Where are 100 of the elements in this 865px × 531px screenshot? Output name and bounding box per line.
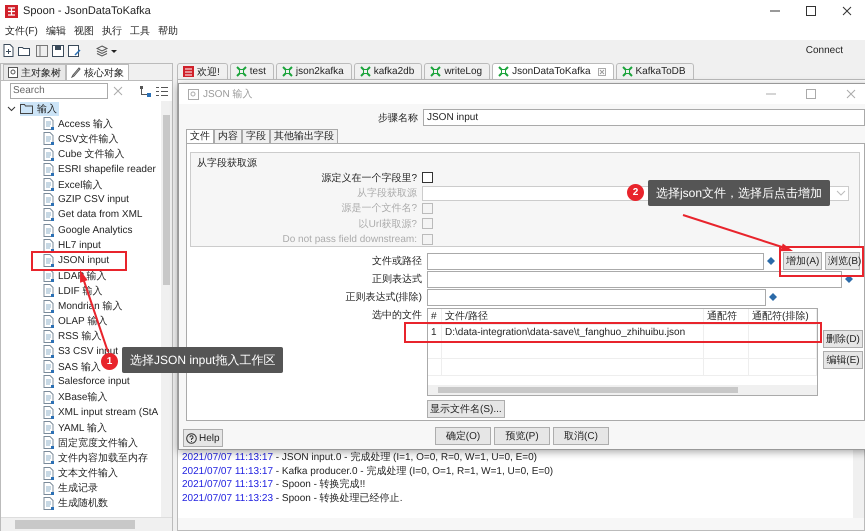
table-button[interactable]: 编辑(E): [823, 351, 863, 369]
checkbox[interactable]: [422, 172, 433, 184]
app-icon: [183, 66, 194, 77]
dialog-button[interactable]: 取消(C): [553, 427, 609, 445]
step-icon: [188, 88, 199, 100]
dialog-tab[interactable]: 字段: [242, 129, 270, 143]
input-field[interactable]: [427, 252, 764, 270]
maximize-icon[interactable]: [806, 6, 816, 16]
cross-arrows-icon: [622, 66, 633, 77]
field-label: 以Url获取源?: [358, 218, 417, 231]
tree-item[interactable]: CSV文件输入: [43, 132, 121, 146]
table-button[interactable]: 删除(D): [823, 330, 863, 348]
close-icon[interactable]: [842, 6, 852, 16]
document-icon: [43, 193, 54, 206]
file-button[interactable]: 浏览(B): [825, 252, 860, 270]
file-button[interactable]: 增加(A): [783, 252, 822, 270]
field-label: 正则表达式: [371, 272, 422, 286]
editor-tab[interactable]: writeLog: [424, 63, 490, 79]
diamond-icon: [767, 257, 775, 265]
dialog-tab[interactable]: 文件: [186, 129, 214, 143]
tree-item[interactable]: 输入: [20, 102, 59, 116]
tree-item[interactable]: Access 输入: [43, 116, 116, 131]
tree-item[interactable]: XBase输入: [43, 390, 110, 404]
tree-item[interactable]: HL7 input: [43, 238, 103, 252]
tree-item[interactable]: ESRI shapefile reader: [43, 162, 158, 176]
chevron-icon[interactable]: [7, 104, 16, 114]
input-field[interactable]: [427, 270, 842, 288]
editor-tab[interactable]: KafkaToDB: [616, 63, 694, 79]
folder-icon: [20, 103, 33, 114]
new-file-icon[interactable]: [3, 44, 14, 57]
menu-item[interactable]: 文件(F): [1, 24, 42, 38]
log-line: 2021/07/07 11:13:17 - JSON input.0 - 完成处理 (I=1, O=0, R=0, W=1, U=0, E=0): [182, 450, 538, 464]
dialog-tab[interactable]: 内容: [214, 129, 242, 143]
tree-item[interactable]: GZIP CSV input: [43, 193, 131, 206]
tree-item[interactable]: 固定宽度文件输入: [43, 436, 140, 450]
scrollbar[interactable]: [853, 448, 864, 518]
connect-button[interactable]: Connect: [806, 45, 843, 56]
tree-item[interactable]: RSS 输入: [43, 329, 104, 344]
editor-tab[interactable]: json2kafka: [276, 63, 352, 79]
document-icon: [43, 238, 54, 252]
help-icon: [186, 432, 197, 444]
tree-item[interactable]: JSON input: [43, 254, 112, 267]
document-icon: [43, 421, 54, 434]
tree-item[interactable]: 生成记录: [43, 481, 100, 496]
scrollbar[interactable]: [178, 518, 864, 530]
tree-item[interactable]: 生成随机数: [43, 496, 110, 510]
document-icon: [43, 178, 54, 192]
menu-item[interactable]: 视图: [70, 24, 98, 38]
panel-tab[interactable]: 主对象树: [3, 64, 66, 80]
field-label: 选中的文件: [372, 308, 422, 322]
dialog-button[interactable]: 预览(P): [494, 427, 550, 445]
menu-item[interactable]: 执行: [98, 24, 126, 38]
tree-item[interactable]: Get data from XML: [43, 208, 144, 222]
hierarchy-icon[interactable]: [140, 86, 151, 96]
editor-tab[interactable]: kafka2db: [354, 63, 422, 79]
tree-item[interactable]: Salesforce input: [43, 375, 132, 388]
dialog-tab[interactable]: 其他输出字段: [270, 129, 338, 143]
tree-item[interactable]: Excel输入: [43, 178, 104, 192]
menu-item[interactable]: 编辑: [42, 24, 70, 38]
menu-item[interactable]: 工具: [126, 24, 154, 38]
tree-item[interactable]: Google Analytics: [43, 224, 134, 237]
input-field[interactable]: [427, 288, 766, 306]
editor-tab[interactable]: JsonDataToKafka: [492, 63, 614, 79]
save-as-icon[interactable]: [68, 44, 82, 56]
diamond-icon: [769, 293, 777, 301]
tree-item[interactable]: XML input stream (StA: [43, 406, 160, 419]
diamond-icon: [845, 275, 853, 283]
search-field[interactable]: Search: [10, 83, 108, 99]
field-label: 文件或路径: [371, 254, 422, 268]
editor-tab[interactable]: 欢迎!: [177, 63, 228, 79]
tree-item[interactable]: YAML 输入: [43, 420, 109, 435]
explore-icon[interactable]: [36, 44, 48, 56]
save-icon[interactable]: [52, 44, 64, 56]
document-icon: [43, 300, 54, 313]
scrollbar[interactable]: [1, 517, 172, 531]
show-files-button[interactable]: 显示文件名(S)...: [427, 400, 505, 418]
tree-item[interactable]: 文本文件输入: [43, 466, 120, 480]
tree-item[interactable]: Cube 文件输入: [43, 147, 127, 162]
input-field[interactable]: JSON input: [423, 109, 865, 126]
document-icon: [43, 162, 54, 176]
list-icon[interactable]: [156, 86, 168, 96]
editor-tab[interactable]: test: [230, 63, 274, 79]
document-icon: [43, 132, 54, 146]
document-icon: [43, 482, 54, 495]
clear-icon[interactable]: [113, 86, 123, 96]
open-folder-icon[interactable]: [18, 44, 32, 56]
help-button[interactable]: Help: [183, 429, 223, 447]
document-icon: [43, 436, 54, 450]
panel-tab[interactable]: 核心对象: [66, 64, 129, 80]
log-line: 2021/07/07 11:13:17 - Kafka producer.0 - 完成处理 (I=0, O=1, R=1, W=1, U=0, E=0): [182, 464, 554, 477]
menu-item[interactable]: 帮助: [154, 24, 182, 38]
document-icon: [43, 224, 54, 237]
tree-item[interactable]: 文件内容加载至内存: [43, 450, 150, 465]
layers-icon[interactable]: [96, 44, 118, 56]
document-icon: [43, 314, 54, 328]
dialog-button[interactable]: 确定(O): [435, 427, 491, 445]
tree-item[interactable]: SAS 输入: [43, 360, 103, 374]
scrollbar[interactable]: [428, 385, 817, 395]
document-icon: [43, 451, 54, 464]
field-label: Do not pass field downstream:: [281, 234, 417, 245]
